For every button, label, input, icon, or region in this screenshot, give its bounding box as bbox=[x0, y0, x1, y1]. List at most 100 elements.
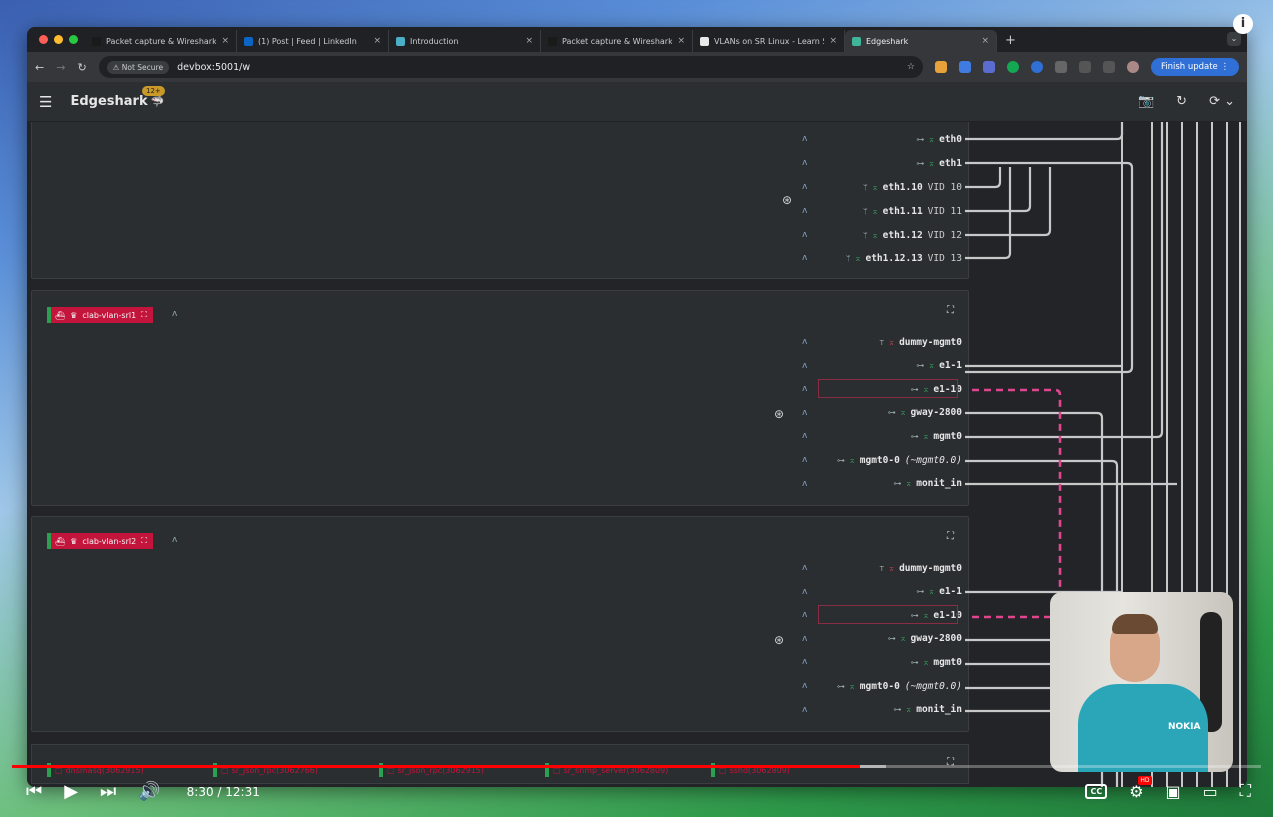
tab-5[interactable]: Edgeshark × bbox=[845, 30, 997, 52]
caret-icon[interactable]: ʌ bbox=[802, 610, 807, 620]
address-toolbar: ← → ↻ ⚠ Not Secure devbox:5001/w ☆ Finis… bbox=[27, 52, 1247, 82]
url-text[interactable]: devbox:5001/w bbox=[177, 62, 899, 73]
caret-icon[interactable]: ʌ bbox=[802, 705, 807, 715]
glasses-icon[interactable] bbox=[1054, 61, 1067, 73]
close-tab-icon[interactable]: × bbox=[525, 36, 533, 46]
extension-icon[interactable] bbox=[934, 61, 947, 73]
tree-icon[interactable] bbox=[982, 61, 995, 73]
puzzle-icon[interactable] bbox=[1078, 61, 1091, 73]
tab-0[interactable]: Packet capture & Wireshark - × bbox=[85, 30, 237, 52]
interface-row[interactable]: ʌ ⊤ ⌅ dummy-mgmt0 bbox=[802, 559, 962, 577]
theater-icon[interactable]: ▭ bbox=[1203, 782, 1218, 801]
caret-icon[interactable]: ʌ bbox=[802, 134, 807, 144]
settings-icon[interactable]: ⚙ HD bbox=[1129, 775, 1152, 801]
refresh-icon[interactable]: ↻ bbox=[1176, 94, 1187, 109]
caret-icon[interactable]: ʌ bbox=[802, 206, 807, 216]
caret-icon[interactable]: ʌ bbox=[802, 158, 807, 168]
omnibox[interactable]: ⚠ Not Secure devbox:5001/w ☆ bbox=[98, 56, 923, 78]
close-tab-icon[interactable]: × bbox=[373, 36, 381, 46]
captions-button[interactable]: CC bbox=[1085, 783, 1108, 799]
close-tab-icon[interactable]: × bbox=[221, 36, 229, 46]
interface-row[interactable]: ʌ ⊶ ⌅ eth1 bbox=[802, 154, 962, 172]
not-secure-badge[interactable]: ⚠ Not Secure bbox=[106, 60, 170, 74]
link-icon: ⊶ bbox=[887, 408, 896, 418]
caret-icon[interactable]: ʌ bbox=[802, 431, 807, 441]
sidebar-icon[interactable] bbox=[1102, 61, 1115, 73]
caret-icon[interactable]: ʌ bbox=[802, 455, 807, 465]
connection-wire bbox=[965, 167, 1052, 237]
next-icon[interactable]: ⏭ bbox=[100, 781, 116, 802]
avatar[interactable] bbox=[1126, 61, 1139, 73]
interface-row[interactable]: ʌ ᛘ ⌅ eth1.10 VID 10 bbox=[802, 178, 962, 196]
caret-icon[interactable]: ʌ bbox=[802, 337, 807, 347]
caret-icon[interactable]: ʌ bbox=[802, 182, 807, 192]
reload-icon[interactable]: ↻ bbox=[77, 61, 86, 74]
miniplayer-icon[interactable]: ▣ bbox=[1166, 782, 1181, 801]
interface-row[interactable]: ʌ ⊶ ⌅ monit_in bbox=[802, 475, 962, 493]
new-tab-button[interactable]: + bbox=[997, 30, 1024, 52]
oper-up-icon: ⌅ bbox=[906, 705, 912, 715]
link-icon: ⊶ bbox=[916, 361, 925, 371]
oper-up-icon: ⌅ bbox=[900, 408, 906, 418]
interface-row[interactable]: ʌ ᛘ ⌅ eth1.11 VID 11 bbox=[802, 202, 962, 220]
forward-icon[interactable]: → bbox=[56, 61, 65, 74]
connection-wire bbox=[965, 167, 1012, 260]
caret-icon[interactable]: ʌ bbox=[802, 563, 807, 573]
bird-icon bbox=[396, 36, 405, 46]
minimize-window-button[interactable] bbox=[54, 35, 63, 44]
oper-up-icon: ⌅ bbox=[929, 587, 935, 597]
caret-icon[interactable]: ʌ bbox=[802, 230, 807, 240]
close-tab-icon[interactable]: × bbox=[829, 36, 837, 46]
caret-icon[interactable]: ʌ bbox=[802, 657, 807, 667]
previous-icon[interactable]: ⏮ bbox=[26, 781, 42, 802]
info-icon[interactable]: i bbox=[1233, 14, 1253, 34]
video-controls: ⏮ ▶ ⏭ 🔊 8:30 / 12:31 CC ⚙ HD ▣ ▭ ⛶ bbox=[0, 757, 1273, 817]
caret-icon[interactable]: ʌ bbox=[802, 361, 807, 371]
close-tab-icon[interactable]: × bbox=[981, 36, 989, 46]
tab-3[interactable]: Packet capture & Wireshark - × bbox=[541, 30, 693, 52]
caret-icon[interactable]: ʌ bbox=[802, 408, 807, 418]
interface-row[interactable]: ʌ ⊶ ⌅ mgmt0-0 (~mgmt0.0) bbox=[802, 677, 962, 695]
caret-icon[interactable]: ʌ bbox=[802, 253, 807, 263]
connection-wire bbox=[965, 167, 1002, 189]
tab-4[interactable]: VLANs on SR Linux - Learn SR × bbox=[693, 30, 845, 52]
caret-icon[interactable]: ʌ bbox=[802, 479, 807, 489]
onepassword-icon[interactable] bbox=[1030, 61, 1043, 73]
oper-up-icon: ⌅ bbox=[923, 657, 929, 667]
progress-bar[interactable] bbox=[12, 765, 1261, 768]
link-icon: ⊶ bbox=[893, 705, 902, 715]
interface-row[interactable]: ʌ ᛘ ⌅ eth1.12.13 VID 13 bbox=[802, 249, 962, 267]
interface-row[interactable]: ʌ ⊶ ⌅ gway-2800 bbox=[802, 404, 962, 422]
interface-row[interactable]: ʌ ⊶ ⌅ monit_in bbox=[802, 701, 962, 719]
finish-update-button[interactable]: Finish update ⋮ bbox=[1150, 58, 1239, 76]
tab-2[interactable]: Introduction × bbox=[389, 30, 541, 52]
back-icon[interactable]: ← bbox=[35, 61, 44, 74]
translate-icon[interactable] bbox=[958, 61, 971, 73]
interface-row[interactable]: ʌ ⊶ ⌅ e1-1 bbox=[802, 357, 962, 375]
tab-search-icon[interactable]: ⌄ bbox=[1227, 32, 1241, 46]
fullscreen-icon[interactable]: ⛶ bbox=[1240, 781, 1251, 801]
caret-icon[interactable]: ʌ bbox=[802, 681, 807, 691]
bookmark-star-icon[interactable]: ☆ bbox=[907, 62, 915, 72]
volume-icon[interactable]: 🔊 bbox=[138, 781, 160, 802]
interface-row[interactable]: ʌ ⊶ ⌅ gway-2800 bbox=[802, 630, 962, 648]
grammarly-icon[interactable] bbox=[1006, 61, 1019, 73]
caret-icon[interactable]: ʌ bbox=[802, 384, 807, 394]
interface-row[interactable]: ʌ ⊶ ⌅ mgmt0-0 (~mgmt0.0) bbox=[802, 451, 962, 469]
interface-row[interactable]: ʌ ⊶ ⌅ eth0 bbox=[802, 130, 962, 148]
tab-1[interactable]: (1) Post | Feed | LinkedIn × bbox=[237, 30, 389, 52]
caret-icon[interactable]: ʌ bbox=[802, 587, 807, 597]
camera-icon[interactable]: 📷 bbox=[1138, 94, 1154, 109]
play-icon[interactable]: ▶ bbox=[64, 781, 78, 802]
close-tab-icon[interactable]: × bbox=[677, 36, 685, 46]
caret-icon[interactable]: ʌ bbox=[802, 634, 807, 644]
interface-row[interactable]: ʌ ᛘ ⌅ eth1.12 VID 12 bbox=[802, 226, 962, 244]
auto-refresh-icon[interactable]: ⟳ ⌄ bbox=[1209, 94, 1235, 109]
interface-row[interactable]: ʌ ⊤ ⌅ dummy-mgmt0 bbox=[802, 333, 962, 351]
maximize-window-button[interactable] bbox=[69, 35, 78, 44]
interface-row[interactable]: ʌ ⊶ ⌅ e1-1 bbox=[802, 583, 962, 601]
interface-row[interactable]: ʌ ⊶ ⌅ mgmt0 bbox=[802, 427, 962, 445]
interface-row[interactable]: ʌ ⊶ ⌅ mgmt0 bbox=[802, 653, 962, 671]
menu-icon[interactable]: ☰ bbox=[39, 93, 52, 111]
close-window-button[interactable] bbox=[39, 35, 48, 44]
